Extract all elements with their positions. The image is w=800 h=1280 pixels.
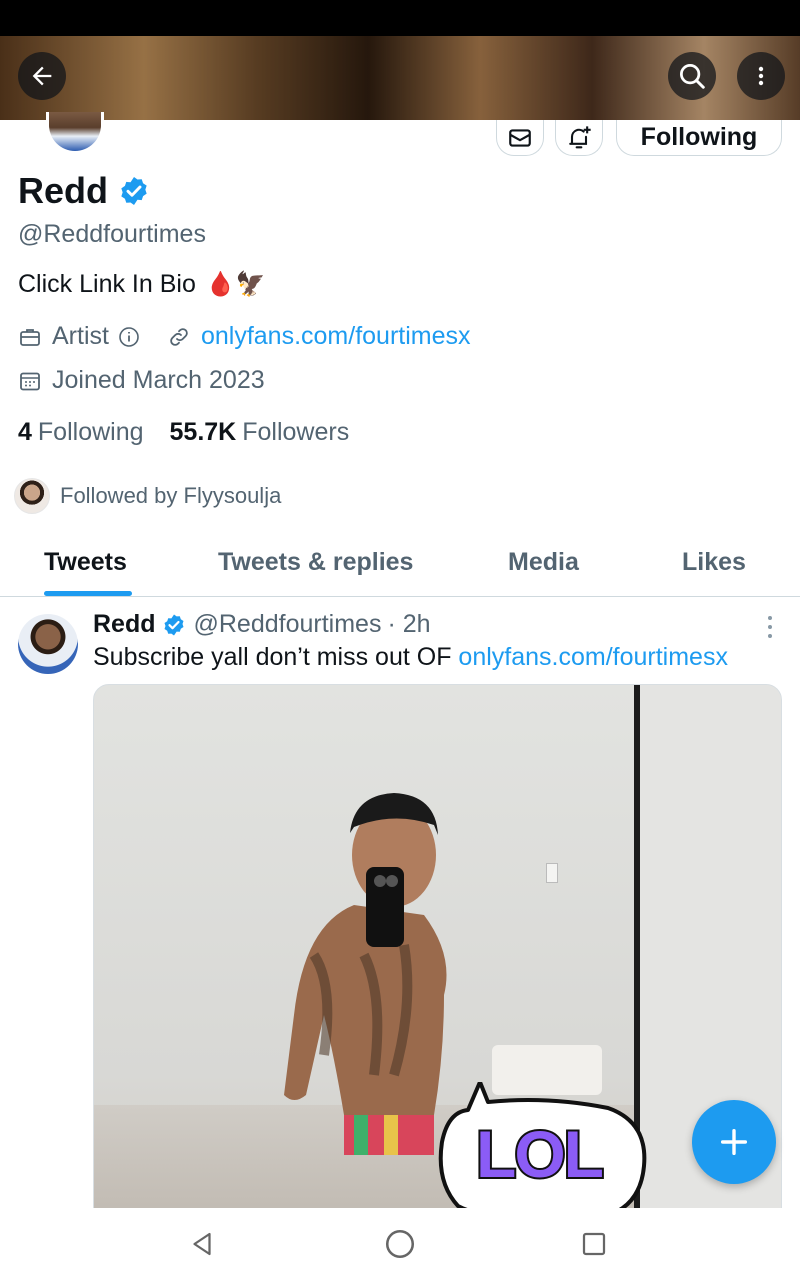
followed-by-row[interactable]: Followed by Flyysoulja (14, 478, 281, 514)
media-outlet (546, 863, 558, 883)
profile-category: Artist (52, 322, 109, 350)
profile-meta: Artist onlyfans.com/fourtimesx (18, 322, 471, 351)
tab-tweets[interactable]: Tweets (44, 548, 127, 577)
follower-avatar (14, 478, 50, 514)
nav-recents-icon (582, 1232, 606, 1256)
tab-tweets-replies[interactable]: Tweets & replies (218, 548, 413, 577)
following-count: 4 (18, 418, 32, 446)
search-icon (680, 64, 705, 89)
follow-counts: 4 Following 55.7K Followers (18, 418, 349, 447)
back-arrow-icon (32, 66, 52, 86)
active-tab-indicator (44, 591, 132, 596)
tweet-avatar[interactable] (18, 614, 78, 674)
dot-icon (768, 625, 772, 629)
profile-website-link[interactable]: onlyfans.com/fourtimesx (201, 322, 471, 351)
tweet-more-button[interactable] (766, 616, 774, 638)
followers-count: 55.7K (169, 418, 237, 446)
following-count-link[interactable]: 4 Following (18, 418, 144, 447)
dot-icon (768, 616, 772, 620)
tweet-text: Subscribe yall don’t miss out OF onlyfan… (93, 643, 728, 672)
followed-by-text: Followed by Flyysoulja (60, 483, 282, 508)
profile-bio: Click Link In Bio 🩸🦅 (18, 270, 266, 299)
verified-badge-icon (164, 614, 183, 635)
tab-media[interactable]: Media (508, 548, 579, 577)
tweet-author-handle[interactable]: @Reddfourtimes (194, 610, 382, 639)
following-label: Following (37, 418, 144, 446)
nav-home-icon (385, 1229, 415, 1259)
profile-joined: Joined March 2023 (18, 366, 265, 395)
calendar-icon (20, 372, 40, 390)
tab-likes[interactable]: Likes (682, 548, 746, 577)
bio-text: Click Link In Bio (18, 270, 196, 298)
bell-plus-icon (569, 125, 591, 148)
bio-emojis: 🩸🦅 (205, 271, 266, 298)
mail-icon (509, 128, 531, 147)
sticker-text: LOL (476, 1117, 603, 1191)
back-button[interactable] (18, 52, 66, 100)
link-icon (170, 327, 188, 346)
profile-avatar[interactable] (46, 112, 104, 154)
nav-back-button[interactable] (184, 1226, 220, 1262)
joined-date: Joined March 2023 (52, 366, 265, 394)
nav-home-button[interactable] (382, 1226, 418, 1262)
tweet-body: Subscribe yall don’t miss out OF (93, 643, 459, 671)
more-options-button[interactable] (737, 52, 785, 100)
notifications-button[interactable] (555, 120, 603, 156)
message-button[interactable] (496, 120, 544, 156)
tweet-header: Redd @Reddfourtimes · 2h (93, 610, 431, 639)
verified-badge-icon[interactable] (118, 175, 150, 207)
status-bar (0, 0, 800, 36)
profile-tabs: Tweets Tweets & replies Media Likes (0, 540, 800, 597)
info-icon[interactable] (117, 325, 141, 349)
profile-handle: @Reddfourtimes (18, 220, 206, 248)
followers-count-link[interactable]: 55.7K Followers (170, 418, 350, 447)
compose-tweet-button[interactable] (692, 1100, 776, 1184)
followers-label: Followers (242, 418, 350, 446)
display-name: Redd (18, 170, 108, 211)
search-button[interactable] (668, 52, 716, 100)
tweet-author-name[interactable]: Redd (93, 610, 156, 639)
more-vertical-icon (758, 66, 764, 86)
tweet-link[interactable]: onlyfans.com/fourtimesx (458, 643, 728, 671)
tweet-time: · 2h (387, 610, 431, 638)
system-navigation-bar (0, 1208, 800, 1280)
nav-back-icon (193, 1232, 211, 1256)
dot-icon (768, 634, 772, 638)
plus-icon (720, 1128, 748, 1156)
nav-recents-button[interactable] (576, 1226, 612, 1262)
briefcase-icon (20, 328, 40, 346)
following-button[interactable]: Following (616, 120, 782, 156)
